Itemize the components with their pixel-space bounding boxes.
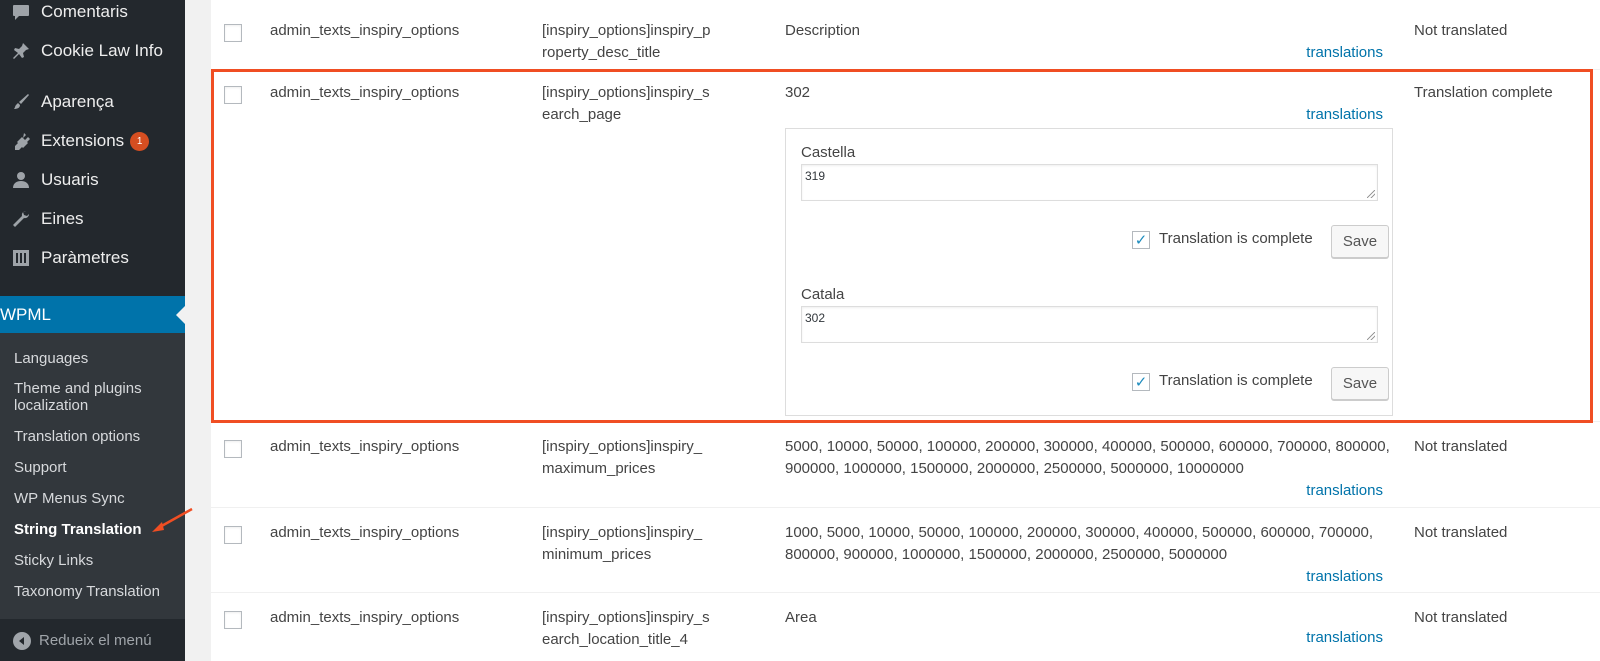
submenu-sticky-links[interactable]: Sticky Links [14,552,179,569]
translations-link[interactable]: translations [1306,106,1383,123]
update-count-badge: 1 [130,131,150,151]
translation-status: Not translated [1414,524,1508,541]
plugin-icon [10,130,32,152]
menu-item-label: WPML [0,304,51,324]
menu-item-label: Comentaris [41,2,128,21]
translation-status: Translation complete [1414,84,1553,101]
string-value: 1000, 5000, 10000, 50000, 100000, 200000… [785,524,1374,563]
menu-item-comments[interactable]: Comentaris [0,0,185,30]
menu-item-label: Aparença [41,92,114,111]
table-row: admin_texts_inspiry_options [inspiry_opt… [211,0,1600,70]
menu-item-tools[interactable]: Eines [0,201,185,237]
translation-textarea-catala[interactable]: 302 [801,306,1378,343]
menu-item-appearance[interactable]: Aparença [0,84,185,120]
user-icon [10,169,32,191]
string-context: admin_texts_inspiry_options [270,22,460,39]
translations-link[interactable]: translations [1306,629,1383,646]
translation-complete-label: Translation is complete [1159,230,1313,247]
wrench-icon [10,208,32,230]
collapse-arrow-icon [13,631,31,650]
string-context: admin_texts_inspiry_options [270,84,460,101]
table-row: admin_texts_inspiry_options [inspiry_opt… [211,593,1600,661]
comment-icon [10,1,32,23]
wpml-submenu: Languages Theme and plugins localization… [0,333,185,619]
settings-sliders-icon [10,247,32,269]
string-value: 302 [785,84,811,101]
pin-icon [10,40,32,62]
string-context: admin_texts_inspiry_options [270,609,460,626]
menu-item-label: Eines [41,209,84,228]
menu-item-plugins[interactable]: Extensions 1 [0,123,185,159]
submenu-languages[interactable]: Languages [14,350,179,367]
translation-editor: Castella 319 ✓ Translation is complete S… [785,128,1393,416]
admin-sidebar: Comentaris Cookie Law Info Aparença Exte… [0,0,185,661]
language-label-castella: Castella [801,144,856,161]
collapse-menu-button[interactable]: Redueix el menú [0,620,185,661]
row-select-checkbox[interactable] [224,86,242,104]
row-select-checkbox[interactable] [224,611,242,629]
translations-link[interactable]: translations [1306,482,1383,499]
translation-status: Not translated [1414,609,1508,626]
paintbrush-icon [10,91,32,113]
menu-item-settings[interactable]: Paràmetres [0,240,185,276]
string-context: admin_texts_inspiry_options [270,524,460,541]
translations-link[interactable]: translations [1306,44,1383,61]
translation-complete-label: Translation is complete [1159,372,1313,389]
language-label-catala: Catala [801,286,845,303]
translation-complete-checkbox-catala[interactable]: ✓ [1132,373,1150,391]
table-row: admin_texts_inspiry_options [inspiry_opt… [211,422,1600,508]
submenu-theme-plugins-localization[interactable]: Theme and plugins localization [14,380,179,414]
submenu-wp-menus-sync[interactable]: WP Menus Sync [14,490,179,507]
menu-item-label: Paràmetres [41,248,129,267]
table-row: admin_texts_inspiry_options [inspiry_opt… [211,508,1600,593]
translation-status: Not translated [1414,22,1508,39]
translation-textarea-castella[interactable]: 319 [801,164,1378,201]
string-value: Description [785,22,861,39]
string-name: [inspiry_options]inspiry_maximum_prices [542,438,703,477]
string-name: [inspiry_options]inspiry_search_location… [542,609,710,648]
menu-item-label: Usuaris [41,170,99,189]
menu-item-label: Cookie Law Info [41,41,163,60]
string-context: admin_texts_inspiry_options [270,438,460,455]
submenu-taxonomy-translation[interactable]: Taxonomy Translation [14,583,179,600]
menu-item-wpml[interactable]: WPML [0,296,185,338]
submenu-string-translation[interactable]: String Translation [14,521,179,538]
translations-link[interactable]: translations [1306,568,1383,585]
translation-status: Not translated [1414,438,1508,455]
string-name: [inspiry_options]inspiry_minimum_prices [542,524,703,563]
row-select-checkbox[interactable] [224,526,242,544]
save-button-castella[interactable]: Save [1331,225,1389,258]
string-name: [inspiry_options]inspiry_search_page [542,84,710,123]
submenu-translation-options[interactable]: Translation options [14,428,179,445]
row-select-checkbox[interactable] [224,440,242,458]
row-select-checkbox[interactable] [224,24,242,42]
string-value: Area [785,609,817,626]
translation-complete-checkbox-castella[interactable]: ✓ [1132,231,1150,249]
collapse-menu-label: Redueix el menú [39,632,152,649]
menu-item-label: Extensions [41,131,125,150]
string-translation-table: admin_texts_inspiry_options [inspiry_opt… [211,0,1600,661]
submenu-support[interactable]: Support [14,459,179,476]
save-button-catala[interactable]: Save [1331,367,1389,400]
string-name: [inspiry_options]inspiry_property_desc_t… [542,22,711,61]
string-value: 5000, 10000, 50000, 100000, 200000, 3000… [785,438,1390,477]
menu-item-cookie-law-info[interactable]: Cookie Law Info [0,33,185,69]
menu-item-users[interactable]: Usuaris [0,162,185,198]
